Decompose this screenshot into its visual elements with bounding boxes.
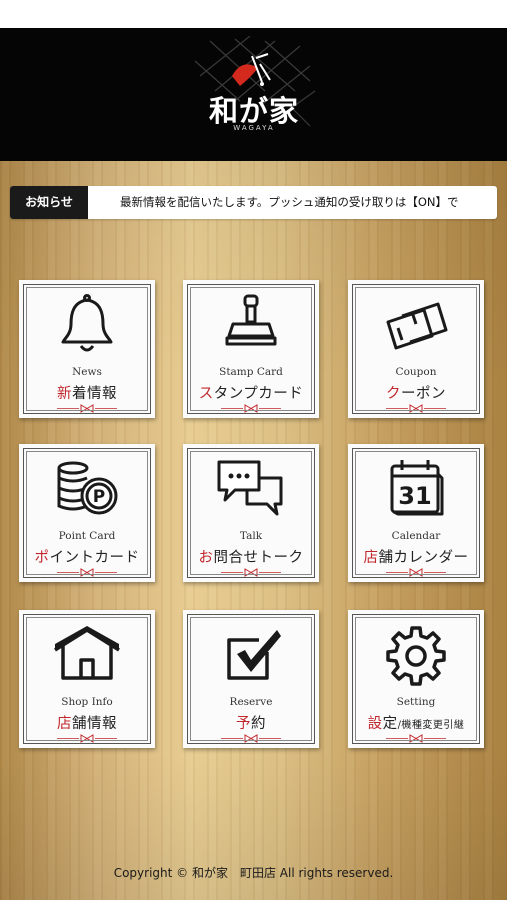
tile-jp-label: 予約 — [236, 716, 266, 732]
tile-en-label: Talk — [239, 530, 263, 542]
tile-jp-label: 新着情報 — [57, 386, 117, 402]
tile-jp-label: ポイントカード — [34, 550, 140, 566]
tile-jp-label: 設定/機種変更引継 — [367, 716, 465, 732]
gear-icon — [386, 626, 446, 686]
tile-en-label: News — [72, 366, 102, 378]
tile-en-label: Shop Info — [61, 696, 113, 708]
svg-text:P: P — [93, 487, 105, 507]
tile-jp-label: スタンプカード — [198, 386, 304, 402]
ribbon-knot-icon — [221, 734, 281, 743]
news-text: 最新情報を配信いたします。プッシュ通知の受け取りは【ON】で — [120, 195, 459, 209]
ribbon-knot-icon — [386, 568, 446, 577]
tile-en-label: Coupon — [395, 366, 437, 378]
calendar-icon: 31 — [390, 460, 444, 516]
stamp-icon — [225, 294, 277, 346]
menu-tile-stamp-card[interactable]: Stamp Card スタンプカード — [183, 280, 319, 418]
menu-tile-calendar[interactable]: 31 Calendar 店舗カレンダー — [348, 444, 484, 582]
tile-jp-label: クーポン — [386, 386, 446, 402]
chat-icon — [217, 460, 283, 516]
coupon-icon — [386, 302, 448, 350]
tile-en-label: Reserve — [229, 696, 273, 708]
logo-subtext: WAGAYA — [233, 124, 275, 132]
tile-en-label: Point Card — [58, 530, 116, 542]
calendar-day-number: 31 — [398, 482, 431, 510]
ribbon-knot-icon — [57, 734, 117, 743]
tile-jp-label: 店舗情報 — [57, 716, 117, 732]
menu-tile-coupon[interactable]: Coupon クーポン — [348, 280, 484, 418]
ribbon-knot-icon — [386, 734, 446, 743]
checkbox-icon — [227, 630, 281, 680]
menu-tile-reserve[interactable]: Reserve 予約 — [183, 610, 319, 748]
tile-jp-label: 店舗カレンダー — [363, 550, 469, 566]
ribbon-knot-icon — [57, 404, 117, 413]
ribbon-knot-icon — [221, 404, 281, 413]
bell-icon — [61, 294, 113, 352]
coins-icon: P — [57, 461, 118, 515]
tile-en-label: Setting — [396, 696, 436, 708]
tile-en-label: Calendar — [391, 530, 441, 542]
footer-copyright: Copyright © 和が家 町田店 All rights reserved. — [113, 866, 394, 880]
menu-tile-point-card[interactable]: P Point Card ポイントカード — [19, 444, 155, 582]
tile-jp-label: お問合せトーク — [198, 550, 304, 566]
news-ticker[interactable]: お知らせ 最新情報を配信いたします。プッシュ通知の受け取りは【ON】で — [10, 186, 497, 219]
status-bar — [0, 0, 507, 28]
menu-tile-talk[interactable]: Talk お問合せトーク — [183, 444, 319, 582]
brand-logo[interactable]: 和が家 WAGAYA — [190, 35, 318, 154]
ribbon-knot-icon — [221, 568, 281, 577]
news-label: お知らせ — [10, 186, 88, 219]
menu-tile-news[interactable]: News 新着情報 — [19, 280, 155, 418]
tile-en-label: Stamp Card — [219, 366, 283, 378]
ribbon-knot-icon — [57, 568, 117, 577]
shop-icon — [54, 626, 120, 680]
ribbon-knot-icon — [386, 404, 446, 413]
app-header: 和が家 WAGAYA — [0, 28, 507, 161]
menu-tile-setting[interactable]: Setting 設定/機種変更引継 — [348, 610, 484, 748]
menu-tile-shop-info[interactable]: Shop Info 店舗情報 — [19, 610, 155, 748]
